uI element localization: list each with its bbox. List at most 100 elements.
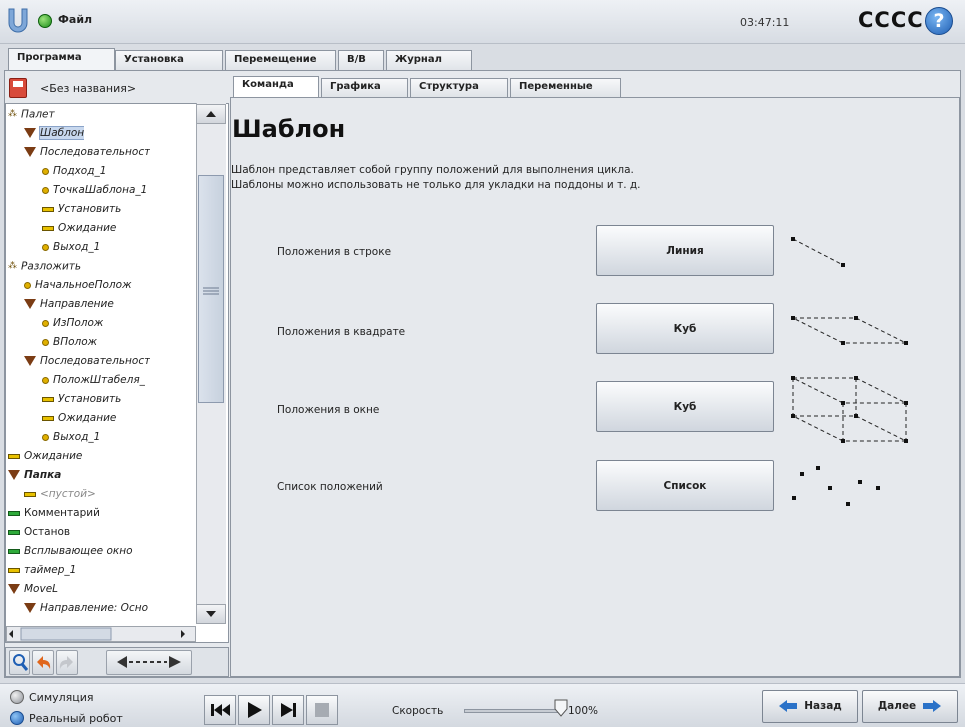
tree-node[interactable]: Подход_1 bbox=[42, 162, 106, 181]
tree-node[interactable]: таймер_1 bbox=[8, 561, 76, 580]
program-file-icon[interactable] bbox=[9, 78, 27, 98]
tree-node[interactable]: Направление: Осно bbox=[24, 599, 148, 618]
tree-node-label: ВПолож bbox=[53, 336, 98, 348]
tree-horizontal-scrollbar[interactable] bbox=[6, 626, 196, 642]
play-icon[interactable] bbox=[238, 695, 270, 725]
tree-scroll-thumb[interactable] bbox=[198, 175, 224, 403]
square-button[interactable]: Куб bbox=[596, 303, 774, 354]
robot-status-icon[interactable] bbox=[38, 14, 52, 28]
tab-variables[interactable]: Переменные bbox=[510, 78, 621, 97]
real-robot-label[interactable]: Реальный робот bbox=[29, 712, 123, 725]
waypoint-icon bbox=[42, 338, 49, 346]
line-button[interactable]: Линия bbox=[596, 225, 774, 276]
back-button[interactable]: Назад bbox=[762, 690, 858, 723]
waypoint-icon bbox=[42, 319, 49, 327]
next-button[interactable]: Далее bbox=[862, 690, 958, 723]
bar-icon bbox=[42, 225, 54, 231]
tree-node[interactable]: ИзПолож bbox=[42, 314, 103, 333]
waypoint-icon bbox=[42, 167, 49, 175]
speed-slider-track[interactable] bbox=[464, 709, 564, 713]
tree-node[interactable]: Установить bbox=[42, 390, 121, 409]
tree-node[interactable]: MoveL bbox=[8, 580, 58, 599]
tab-move[interactable]: Перемещение bbox=[225, 50, 336, 71]
tree-node[interactable]: Останов bbox=[8, 523, 70, 542]
speed-value: 100% bbox=[568, 705, 599, 717]
file-menu[interactable]: Файл bbox=[58, 13, 92, 26]
scroll-down-arrow-icon[interactable] bbox=[196, 604, 226, 624]
skip-to-start-icon[interactable] bbox=[204, 695, 236, 725]
redo-icon[interactable] bbox=[56, 650, 78, 675]
tree-node[interactable]: Комментарий bbox=[8, 504, 100, 523]
pattern-label-line: Положения в строке bbox=[277, 246, 392, 258]
tab-io[interactable]: В/В bbox=[338, 50, 384, 71]
simulation-radio[interactable] bbox=[10, 690, 24, 704]
tree-node[interactable]: ПоложШтабеля_ bbox=[42, 371, 145, 390]
tree-node[interactable]: ⁂ Разложить bbox=[8, 257, 81, 276]
tree-node-label: MoveL bbox=[24, 583, 59, 595]
tree-node[interactable]: Ожидание bbox=[42, 219, 116, 238]
search-icon[interactable] bbox=[9, 650, 30, 675]
tree-node[interactable]: Ожидание bbox=[8, 447, 82, 466]
move-node-arrows-icon[interactable] bbox=[106, 650, 192, 675]
triangle-icon bbox=[24, 147, 36, 157]
tree-node[interactable]: Всплывающее окно bbox=[8, 542, 133, 561]
tree-node[interactable]: Шаблон bbox=[24, 124, 85, 143]
tree-node[interactable]: ⁂ Палет bbox=[8, 105, 55, 124]
tree-node-label: Шаблон bbox=[38, 126, 85, 140]
undo-icon[interactable] bbox=[32, 650, 54, 675]
simulation-label[interactable]: Симуляция bbox=[29, 691, 94, 704]
list-button[interactable]: Список bbox=[596, 460, 774, 511]
triangle-icon bbox=[24, 356, 36, 366]
tab-log[interactable]: Журнал bbox=[386, 50, 472, 71]
bar-green-icon bbox=[8, 548, 20, 554]
box-pattern-icon bbox=[788, 372, 912, 447]
tree-node[interactable]: Последовательност bbox=[24, 352, 150, 371]
help-icon[interactable]: ? bbox=[925, 7, 953, 35]
bar-icon bbox=[42, 415, 54, 421]
tree-node[interactable]: Последовательност bbox=[24, 143, 150, 162]
tree-node-label: Выход_1 bbox=[53, 431, 101, 443]
tree-node[interactable]: Направление bbox=[24, 295, 114, 314]
scroll-up-arrow-icon[interactable] bbox=[196, 104, 226, 124]
tree-node-label: ТочкаШаблона_1 bbox=[53, 184, 148, 196]
tree-node[interactable]: Папка bbox=[8, 466, 61, 485]
pattern-label-box: Положения в окне bbox=[277, 404, 380, 416]
tree-node[interactable]: Выход_1 bbox=[42, 428, 100, 447]
clock: 03:47:11 bbox=[740, 16, 790, 29]
box-button[interactable]: Куб bbox=[596, 381, 774, 432]
tree-node[interactable]: Установить bbox=[42, 200, 121, 219]
tab-command[interactable]: Команда bbox=[233, 76, 319, 98]
list-pattern-icon bbox=[788, 462, 888, 515]
tab-structure[interactable]: Структура bbox=[410, 78, 508, 97]
tree-node-label: Останов bbox=[24, 526, 71, 538]
back-label: Назад bbox=[804, 700, 842, 712]
speed-label: Скорость bbox=[392, 705, 444, 717]
tree-node[interactable]: Выход_1 bbox=[42, 238, 100, 257]
triangle-icon bbox=[8, 584, 20, 594]
tree-node-label: Установить bbox=[58, 203, 122, 215]
tree-node-label: Комментарий bbox=[24, 507, 100, 519]
tab-program[interactable]: Программа bbox=[8, 48, 115, 71]
description-line-1: Шаблон представляет собой группу положен… bbox=[231, 164, 634, 176]
stop-icon[interactable] bbox=[306, 695, 338, 725]
tree-node-label: Ожидание bbox=[24, 450, 83, 462]
speed-slider-thumb[interactable] bbox=[554, 699, 568, 717]
tree-node-label: Направление bbox=[40, 298, 114, 310]
real-robot-radio[interactable] bbox=[10, 711, 24, 725]
tab-installation[interactable]: Установка bbox=[115, 50, 223, 71]
pallet-icon: ⁂ bbox=[8, 261, 17, 271]
tree-node[interactable]: Ожидание bbox=[42, 409, 116, 428]
tree-node-label: таймер_1 bbox=[24, 564, 77, 576]
tab-graphics[interactable]: Графика bbox=[321, 78, 408, 97]
waypoint-icon bbox=[42, 433, 49, 441]
tree-node[interactable]: ТочкаШаблона_1 bbox=[42, 181, 147, 200]
tree-node-label: Папка bbox=[24, 469, 62, 481]
triangle-icon bbox=[24, 128, 36, 138]
step-icon[interactable] bbox=[272, 695, 304, 725]
tree-node[interactable]: НачальноеПолож bbox=[24, 276, 132, 295]
program-name: <Без названия> bbox=[40, 82, 137, 95]
tree-node[interactable]: ВПолож bbox=[42, 333, 97, 352]
bar-green-icon bbox=[8, 529, 20, 535]
tree-node-label: Ожидание bbox=[58, 412, 117, 424]
tree-node[interactable]: <пустой> bbox=[24, 485, 96, 504]
